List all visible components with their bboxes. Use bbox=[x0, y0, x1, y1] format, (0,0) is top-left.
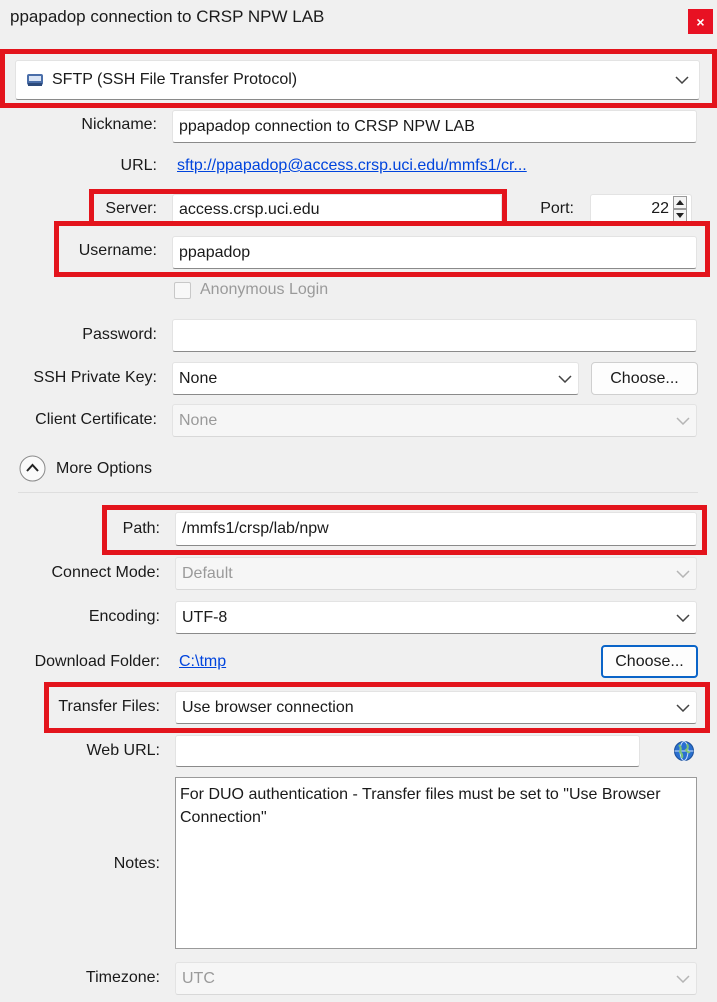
web-url-field[interactable] bbox=[175, 735, 640, 767]
close-icon: × bbox=[696, 13, 705, 30]
connect-mode-label: Connect Mode: bbox=[51, 564, 160, 581]
path-value: /mmfs1/crsp/lab/npw bbox=[182, 520, 329, 537]
ssh-key-choose-button[interactable]: Choose... bbox=[591, 362, 698, 395]
notes-value: For DUO authentication - Transfer files … bbox=[180, 786, 661, 826]
more-options-toggle[interactable]: More Options bbox=[19, 455, 152, 482]
encoding-label: Encoding: bbox=[88, 608, 160, 625]
port-label: Port: bbox=[540, 200, 574, 217]
globe-icon[interactable] bbox=[673, 740, 695, 762]
protocol-value: SFTP (SSH File Transfer Protocol) bbox=[52, 71, 298, 88]
sftp-protocol-icon bbox=[26, 72, 44, 88]
password-field[interactable] bbox=[172, 319, 697, 352]
notes-textarea[interactable]: For DUO authentication - Transfer files … bbox=[175, 777, 697, 949]
anonymous-login-label: Anonymous Login bbox=[200, 281, 329, 298]
more-options-label: More Options bbox=[56, 459, 153, 477]
url-link[interactable]: sftp://ppapadop@access.crsp.uci.edu/mmfs… bbox=[177, 157, 527, 175]
spin-up-icon[interactable] bbox=[673, 195, 687, 209]
notes-label: Notes: bbox=[113, 855, 160, 872]
port-value: 22 bbox=[651, 199, 669, 217]
timezone-label: Timezone: bbox=[85, 969, 160, 986]
nickname-value: ppapadop connection to CRSP NPW LAB bbox=[179, 117, 475, 135]
chevron-down-icon bbox=[676, 972, 690, 986]
chevron-up-circle-icon bbox=[19, 455, 46, 482]
encoding-select[interactable]: UTF-8 bbox=[175, 601, 697, 634]
chevron-down-icon bbox=[676, 414, 690, 428]
path-field[interactable]: /mmfs1/crsp/lab/npw bbox=[175, 512, 697, 546]
server-value: access.crsp.uci.edu bbox=[179, 201, 320, 218]
client-cert-value: None bbox=[179, 411, 218, 429]
nickname-label: Nickname: bbox=[81, 116, 157, 133]
username-label: Username: bbox=[78, 242, 157, 259]
spin-down-icon[interactable] bbox=[673, 208, 687, 222]
web-url-label: Web URL: bbox=[86, 742, 160, 759]
connect-mode-select[interactable]: Default bbox=[175, 557, 697, 590]
download-folder-link[interactable]: C:\tmp bbox=[179, 653, 226, 671]
timezone-select[interactable]: UTC bbox=[175, 962, 697, 995]
download-folder-choose-button[interactable]: Choose... bbox=[601, 645, 698, 678]
server-field[interactable]: access.crsp.uci.edu bbox=[172, 194, 502, 226]
protocol-select[interactable]: SFTP (SSH File Transfer Protocol) bbox=[15, 60, 700, 100]
chevron-down-icon bbox=[676, 701, 690, 715]
ssh-key-label: SSH Private Key: bbox=[33, 369, 157, 386]
ssh-key-value: None bbox=[179, 369, 218, 387]
password-label: Password: bbox=[82, 326, 157, 343]
anonymous-login-checkbox[interactable] bbox=[174, 282, 191, 299]
path-label: Path: bbox=[122, 520, 160, 537]
timezone-value: UTC bbox=[182, 969, 215, 987]
chevron-down-icon bbox=[558, 372, 572, 386]
chevron-down-icon bbox=[675, 73, 689, 87]
transfer-files-label: Transfer Files: bbox=[58, 698, 160, 715]
download-folder-label: Download Folder: bbox=[34, 653, 160, 670]
window-title: ppapadop connection to CRSP NPW LAB bbox=[10, 7, 325, 26]
encoding-value: UTF-8 bbox=[182, 608, 228, 626]
connect-mode-value: Default bbox=[182, 564, 233, 582]
server-label: Server: bbox=[105, 200, 157, 217]
chevron-down-icon bbox=[676, 611, 690, 625]
url-label: URL: bbox=[120, 157, 157, 174]
port-field[interactable]: 22 bbox=[590, 194, 692, 223]
username-field[interactable]: ppapadop bbox=[172, 236, 697, 269]
transfer-files-value: Use browser connection bbox=[182, 698, 354, 716]
nickname-field[interactable]: ppapadop connection to CRSP NPW LAB bbox=[172, 110, 697, 143]
chevron-down-icon bbox=[676, 567, 690, 581]
username-value: ppapadop bbox=[179, 243, 251, 261]
client-cert-label: Client Certificate: bbox=[35, 411, 157, 428]
transfer-files-select[interactable]: Use browser connection bbox=[175, 691, 697, 724]
client-cert-select[interactable]: None bbox=[172, 404, 697, 437]
ssh-key-select[interactable]: None bbox=[172, 362, 579, 395]
close-button[interactable]: × bbox=[688, 9, 713, 34]
divider bbox=[18, 492, 698, 493]
port-spinner[interactable] bbox=[673, 195, 687, 222]
